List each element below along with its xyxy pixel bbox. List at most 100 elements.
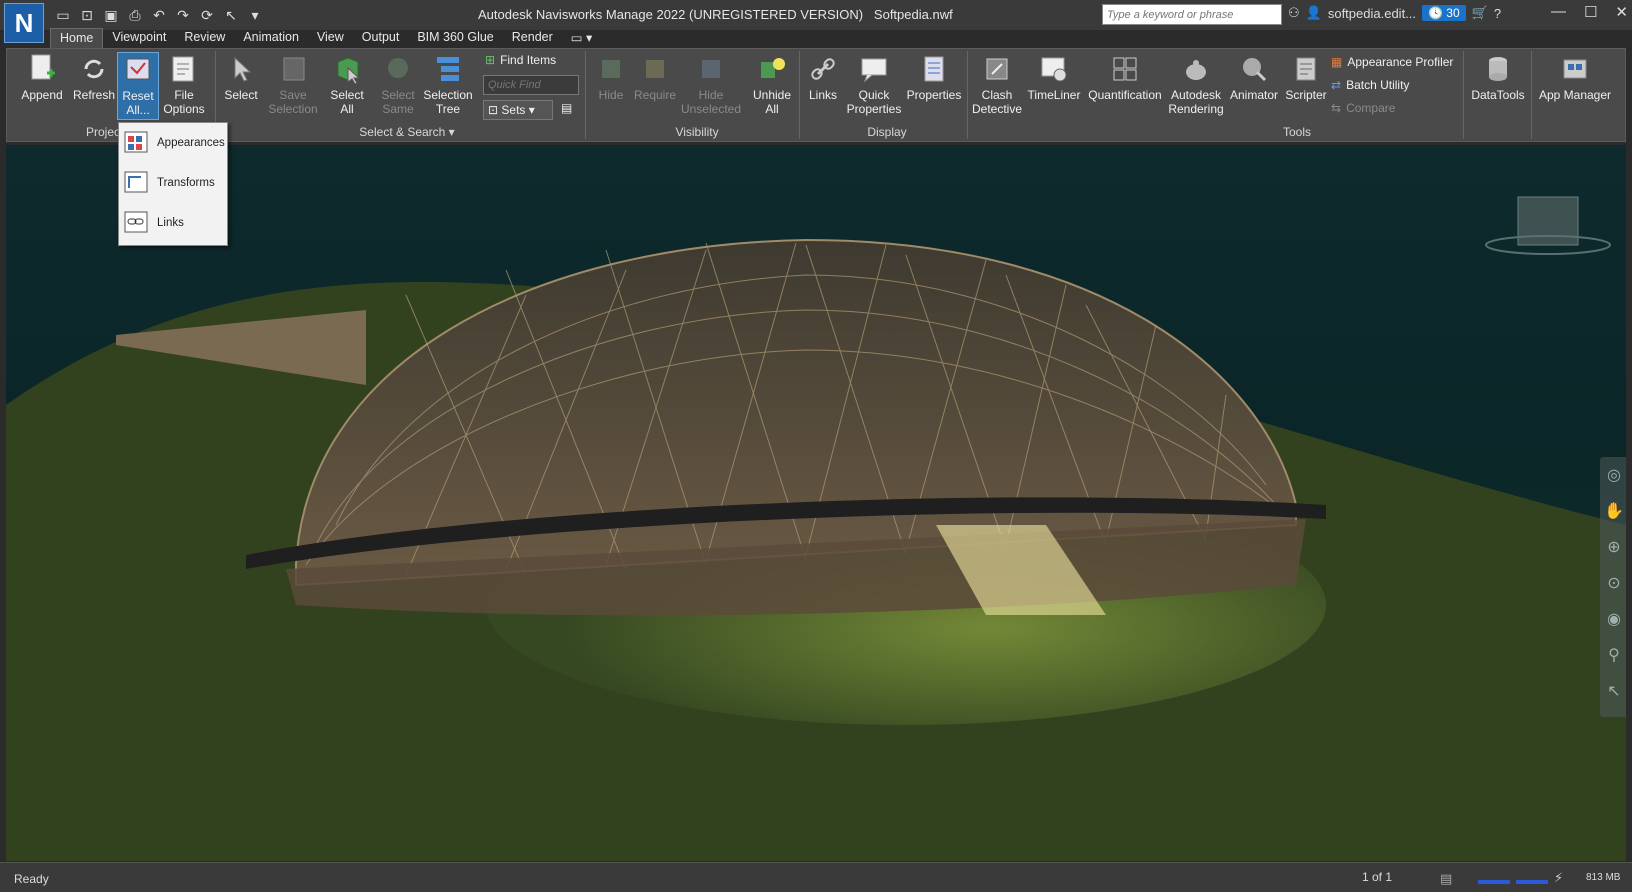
quantification-icon bbox=[1108, 52, 1142, 86]
zoom-icon[interactable]: ⊕ bbox=[1600, 529, 1626, 565]
hide-button[interactable]: Hide bbox=[591, 52, 631, 102]
animator-button[interactable]: Animator bbox=[1227, 52, 1281, 102]
steering-wheel-icon[interactable]: ◎ bbox=[1600, 457, 1626, 493]
view-cube[interactable] bbox=[1517, 196, 1579, 246]
links-button[interactable]: Links bbox=[803, 52, 843, 102]
sets-dropdown[interactable]: ⊡ Sets ▾ bbox=[483, 100, 553, 120]
ribbon-separator bbox=[1463, 51, 1464, 139]
app-manager-button[interactable]: App Manager bbox=[1533, 52, 1617, 102]
unhide-all-button[interactable]: Unhide All bbox=[747, 52, 797, 116]
title-bar: ▭ ⊡ ▣ ⎙ ↶ ↷ ⟳ ↖ ▾ Autodesk Navisworks Ma… bbox=[0, 0, 1632, 30]
window-controls: — ☐ ✕ bbox=[1551, 3, 1628, 21]
sheet-browser-icon[interactable]: ▤ bbox=[1440, 871, 1452, 887]
group-label-select-search[interactable]: Select & Search ▾ bbox=[327, 125, 487, 139]
properties-button[interactable]: Properties bbox=[905, 52, 963, 102]
datatools-button[interactable]: DataTools bbox=[1467, 52, 1529, 102]
select-cursor-icon[interactable]: ↖ bbox=[1600, 673, 1626, 709]
save-selection-button[interactable]: Save Selection bbox=[265, 52, 321, 116]
look-icon[interactable]: ◉ bbox=[1600, 601, 1626, 637]
tab-render[interactable]: Render bbox=[503, 28, 562, 48]
compare-button[interactable]: ⇆ Compare bbox=[1331, 101, 1395, 115]
orbit-icon[interactable]: ⊙ bbox=[1600, 565, 1626, 601]
quick-properties-button[interactable]: Quick Properties bbox=[845, 52, 903, 116]
tab-viewpoint[interactable]: Viewpoint bbox=[103, 28, 175, 48]
manage-sets-icon[interactable]: ▤ bbox=[561, 101, 572, 115]
minimize-icon[interactable]: — bbox=[1551, 3, 1566, 21]
group-label-display: Display bbox=[867, 125, 907, 139]
ribbon: Append Refresh Reset All... File Options… bbox=[6, 48, 1626, 142]
select-same-button[interactable]: Select Same bbox=[375, 52, 421, 116]
trial-timer-badge[interactable]: 🕓 30 bbox=[1422, 5, 1466, 21]
web-server-icon: ⚡ bbox=[1554, 870, 1564, 885]
clash-detective-icon bbox=[980, 52, 1014, 86]
appearance-profiler-button[interactable]: ▦ Appearance Profiler bbox=[1331, 55, 1453, 69]
append-button[interactable]: Append bbox=[19, 52, 65, 102]
cart-icon[interactable]: 🛒 bbox=[1472, 5, 1488, 21]
ribbon-separator bbox=[1531, 51, 1532, 139]
autodesk-rendering-button[interactable]: Autodesk Rendering bbox=[1167, 52, 1225, 116]
chain-link-icon bbox=[806, 52, 840, 86]
select-all-button[interactable]: Select All bbox=[325, 52, 369, 116]
file-options-button[interactable]: File Options bbox=[161, 52, 207, 116]
require-button[interactable]: Require bbox=[631, 52, 679, 102]
ribbon-tabs: Home Viewpoint Review Animation View Out… bbox=[50, 28, 601, 48]
help-search-input[interactable] bbox=[1102, 4, 1282, 25]
scripter-button[interactable]: Scripter bbox=[1281, 52, 1331, 102]
hide-unselected-button[interactable]: Hide Unselected bbox=[679, 52, 743, 116]
pan-hand-icon[interactable]: ✋ bbox=[1600, 493, 1626, 529]
tab-bim360-glue[interactable]: BIM 360 Glue bbox=[408, 28, 502, 48]
batch-utility-button[interactable]: ⇄ Batch Utility bbox=[1331, 78, 1409, 92]
memory-usage: 813 MB bbox=[1586, 872, 1621, 883]
redo-icon[interactable]: ↷ bbox=[174, 6, 192, 24]
appearances-icon bbox=[124, 131, 148, 153]
save-icon[interactable]: ▣ bbox=[102, 6, 120, 24]
reset-all-icon bbox=[121, 53, 155, 87]
user-icon[interactable]: 👤 bbox=[1306, 5, 1322, 21]
menu-item-links[interactable]: Links bbox=[119, 203, 227, 243]
3d-viewport[interactable]: ◎ ✋ ⊕ ⊙ ◉ ⚲ ↖ bbox=[6, 145, 1626, 861]
selection-tree-button[interactable]: Selection Tree bbox=[421, 52, 475, 116]
select-cursor-icon[interactable]: ↖ bbox=[222, 6, 240, 24]
clash-detective-button[interactable]: Clash Detective bbox=[969, 52, 1025, 116]
unhide-all-icon bbox=[755, 52, 789, 86]
tab-review[interactable]: Review bbox=[175, 28, 234, 48]
cursor-arrow-icon bbox=[224, 52, 258, 86]
find-items-button[interactable]: ⊞ Find Items bbox=[485, 53, 556, 67]
help-icon[interactable]: ? bbox=[1494, 6, 1501, 21]
tab-animation[interactable]: Animation bbox=[234, 28, 308, 48]
quick-find-input[interactable] bbox=[483, 75, 579, 95]
ribbon-separator bbox=[967, 51, 968, 139]
binoculars-icon[interactable]: ⚇ bbox=[1288, 5, 1300, 21]
open-file-icon[interactable]: ⊡ bbox=[78, 6, 96, 24]
customize-qat-icon[interactable]: ▾ bbox=[246, 6, 264, 24]
menu-item-appearances[interactable]: Appearances bbox=[119, 123, 227, 163]
model-scene bbox=[6, 196, 1626, 861]
group-label-tools: Tools bbox=[1282, 125, 1311, 139]
quantification-button[interactable]: Quantification bbox=[1085, 52, 1165, 102]
refresh-icon[interactable]: ⟳ bbox=[198, 6, 216, 24]
status-bar: Ready 1 of 1 ▤ ⚡ 813 MB bbox=[0, 862, 1632, 892]
reset-all-button[interactable]: Reset All... bbox=[117, 52, 159, 120]
tab-output[interactable]: Output bbox=[353, 28, 409, 48]
walk-icon[interactable]: ⚲ bbox=[1600, 637, 1626, 673]
timeliner-button[interactable]: TimeLiner bbox=[1025, 52, 1083, 102]
group-label-visibility: Visibility bbox=[675, 125, 719, 139]
select-button[interactable]: Select bbox=[219, 52, 263, 102]
ribbon-separator bbox=[585, 51, 586, 139]
appearance-profiler-icon: ▦ bbox=[1331, 55, 1343, 69]
undo-icon[interactable]: ↶ bbox=[150, 6, 168, 24]
tab-view[interactable]: View bbox=[308, 28, 353, 48]
reset-all-dropdown-menu: Appearances Transforms Links bbox=[118, 122, 228, 246]
close-icon[interactable]: ✕ bbox=[1615, 3, 1628, 21]
new-file-icon[interactable]: ▭ bbox=[54, 6, 72, 24]
refresh-button[interactable]: Refresh bbox=[71, 52, 117, 102]
extra-tab-icon[interactable]: ▭ ▾ bbox=[562, 28, 602, 48]
user-name[interactable]: softpedia.edit... bbox=[1328, 6, 1416, 21]
print-icon[interactable]: ⎙ bbox=[126, 6, 144, 24]
tab-home[interactable]: Home bbox=[50, 28, 104, 48]
menu-item-transforms[interactable]: Transforms bbox=[119, 163, 227, 203]
batch-utility-icon: ⇄ bbox=[1331, 78, 1342, 92]
maximize-icon[interactable]: ☐ bbox=[1584, 3, 1597, 21]
application-menu-button[interactable]: N bbox=[4, 3, 44, 43]
quick-access-toolbar: ▭ ⊡ ▣ ⎙ ↶ ↷ ⟳ ↖ ▾ bbox=[54, 6, 264, 24]
